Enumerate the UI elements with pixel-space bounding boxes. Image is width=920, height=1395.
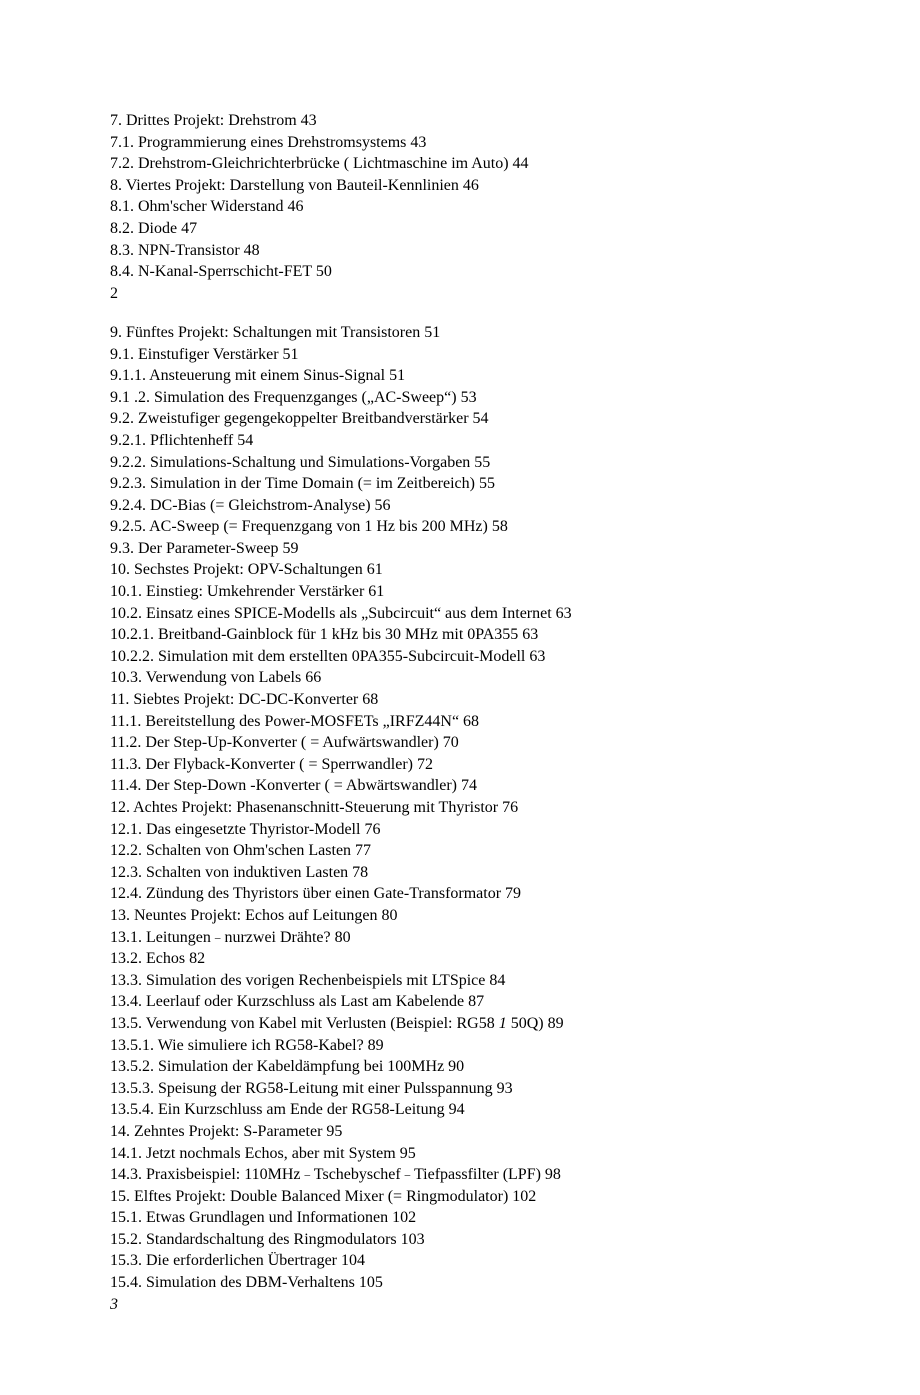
toc-entry: 13. Neuntes Projekt: Echos auf Leitungen… <box>110 905 810 927</box>
toc-entry: 9.2.1. Pflichtenheff 54 <box>110 430 810 452</box>
toc-entry: 8.1. Ohm'scher Widerstand 46 <box>110 196 810 218</box>
toc-entry: 9.2.5. AC-Sweep (= Frequenzgang von 1 Hz… <box>110 516 810 538</box>
toc-entry: 10.2. Einsatz eines SPICE-Modells als „S… <box>110 603 810 625</box>
toc-entry: 12. Achtes Projekt: Phasenanschnitt-Steu… <box>110 797 810 819</box>
toc-entry: 11. Siebtes Projekt: DC-DC-Konverter 68 <box>110 689 810 711</box>
toc-entry: 15.2. Standardschaltung des Ringmodulato… <box>110 1229 810 1251</box>
toc-entry: 10.2.2. Simulation mit dem erstellten 0P… <box>110 646 810 668</box>
toc-entry: 12.2. Schalten von Ohm'schen Lasten 77 <box>110 840 810 862</box>
toc-entry: 8.3. NPN-Transistor 48 <box>110 240 810 262</box>
toc-entry: 12.4. Zündung des Thyristors über einen … <box>110 883 810 905</box>
toc-entry: 9.3. Der Parameter-Sweep 59 <box>110 538 810 560</box>
toc-entry: 10.1. Einstieg: Umkehrender Verstärker 6… <box>110 581 810 603</box>
toc-entry: 7.2. Drehstrom-Gleichrichterbrücke ( Lic… <box>110 153 810 175</box>
toc-entry: 13.5.4. Ein Kurzschluss am Ende der RG58… <box>110 1099 810 1121</box>
page-break-marker: 2 <box>110 283 810 305</box>
toc-entry: 15.4. Simulation des DBM-Verhaltens 105 <box>110 1272 810 1294</box>
toc-entry: 9. Fünftes Projekt: Schaltungen mit Tran… <box>110 322 810 344</box>
toc-entry: 13.1. Leitungen – nurzwei Drähte? 80 <box>110 927 810 949</box>
toc-entry: 9.1 .2. Simulation des Frequenzganges („… <box>110 387 810 409</box>
toc-text: nurzwei Drähte? 80 <box>220 929 350 946</box>
toc-entry: 13.5.1. Wie simuliere ich RG58-Kabel? 89 <box>110 1035 810 1057</box>
italic-text: 1 <box>499 1015 507 1032</box>
toc-entry: 11.1. Bereitstellung des Power-MOSFETs „… <box>110 711 810 733</box>
toc-entry: 9.2.2. Simulations-Schaltung und Simulat… <box>110 452 810 474</box>
toc-entry: 8. Viertes Projekt: Darstellung von Baut… <box>110 175 810 197</box>
toc-entry: 14. Zehntes Projekt: S-Parameter 95 <box>110 1121 810 1143</box>
toc-entry: 9.2.4. DC-Bias (= Gleichstrom-Analyse) 5… <box>110 495 810 517</box>
toc-body: 7. Drittes Projekt: Drehstrom 43 7.1. Pr… <box>110 110 810 1315</box>
toc-entry: 13.3. Simulation des vorigen Rechenbeisp… <box>110 970 810 992</box>
toc-entry: 13.5.3. Speisung der RG58-Leitung mit ei… <box>110 1078 810 1100</box>
toc-text: 13.5. Verwendung von Kabel mit Verlusten… <box>110 1015 499 1032</box>
toc-entry: 13.5.2. Simulation der Kabeldämpfung bei… <box>110 1056 810 1078</box>
toc-entry: 11.3. Der Flyback-Konverter ( = Sperrwan… <box>110 754 810 776</box>
toc-entry: 9.1.1. Ansteuerung mit einem Sinus-Signa… <box>110 365 810 387</box>
toc-entry: 9.2.3. Simulation in der Time Domain (= … <box>110 473 810 495</box>
toc-entry: 7. Drittes Projekt: Drehstrom 43 <box>110 110 810 132</box>
toc-text: 14.3. Praxisbeispiel: 110MHz <box>110 1166 305 1183</box>
toc-entry: 9.2. Zweistufiger gegengekoppelter Breit… <box>110 408 810 430</box>
toc-entry: 12.3. Schalten von induktiven Lasten 78 <box>110 862 810 884</box>
toc-entry: 11.4. Der Step-Down -Konverter ( = Abwär… <box>110 775 810 797</box>
toc-entry: 13.4. Leerlauf oder Kurzschluss als Last… <box>110 991 810 1013</box>
toc-text: Tiefpassfilter (LPF) 98 <box>410 1166 561 1183</box>
toc-entry: 11.2. Der Step-Up-Konverter ( = Aufwärts… <box>110 732 810 754</box>
toc-text: 13.1. Leitungen <box>110 929 215 946</box>
toc-entry: 12.1. Das eingesetzte Thyristor-Modell 7… <box>110 819 810 841</box>
toc-text: Tschebyschef <box>310 1166 405 1183</box>
page-number: 3 <box>110 1294 810 1316</box>
toc-entry: 14.3. Praxisbeispiel: 110MHz – Tschebysc… <box>110 1164 810 1186</box>
toc-entry: 9.1. Einstufiger Verstärker 51 <box>110 344 810 366</box>
toc-entry: 15.3. Die erforderlichen Übertrager 104 <box>110 1250 810 1272</box>
toc-entry: 14.1. Jetzt nochmals Echos, aber mit Sys… <box>110 1143 810 1165</box>
toc-entry: 8.2. Diode 47 <box>110 218 810 240</box>
toc-entry: 13.2. Echos 82 <box>110 948 810 970</box>
toc-text: 50Q) 89 <box>507 1015 564 1032</box>
toc-entry: 13.5. Verwendung von Kabel mit Verlusten… <box>110 1013 810 1035</box>
toc-entry: 10.3. Verwendung von Labels 66 <box>110 667 810 689</box>
blank-line <box>110 304 810 322</box>
toc-entry: 10.2.1. Breitband-Gainblock für 1 kHz bi… <box>110 624 810 646</box>
toc-entry: 8.4. N-Kanal-Sperrschicht-FET 50 <box>110 261 810 283</box>
toc-entry: 10. Sechstes Projekt: OPV-Schaltungen 61 <box>110 559 810 581</box>
toc-entry: 15.1. Etwas Grundlagen und Informationen… <box>110 1207 810 1229</box>
toc-entry: 15. Elftes Projekt: Double Balanced Mixe… <box>110 1186 810 1208</box>
toc-entry: 7.1. Programmierung eines Drehstromsyste… <box>110 132 810 154</box>
